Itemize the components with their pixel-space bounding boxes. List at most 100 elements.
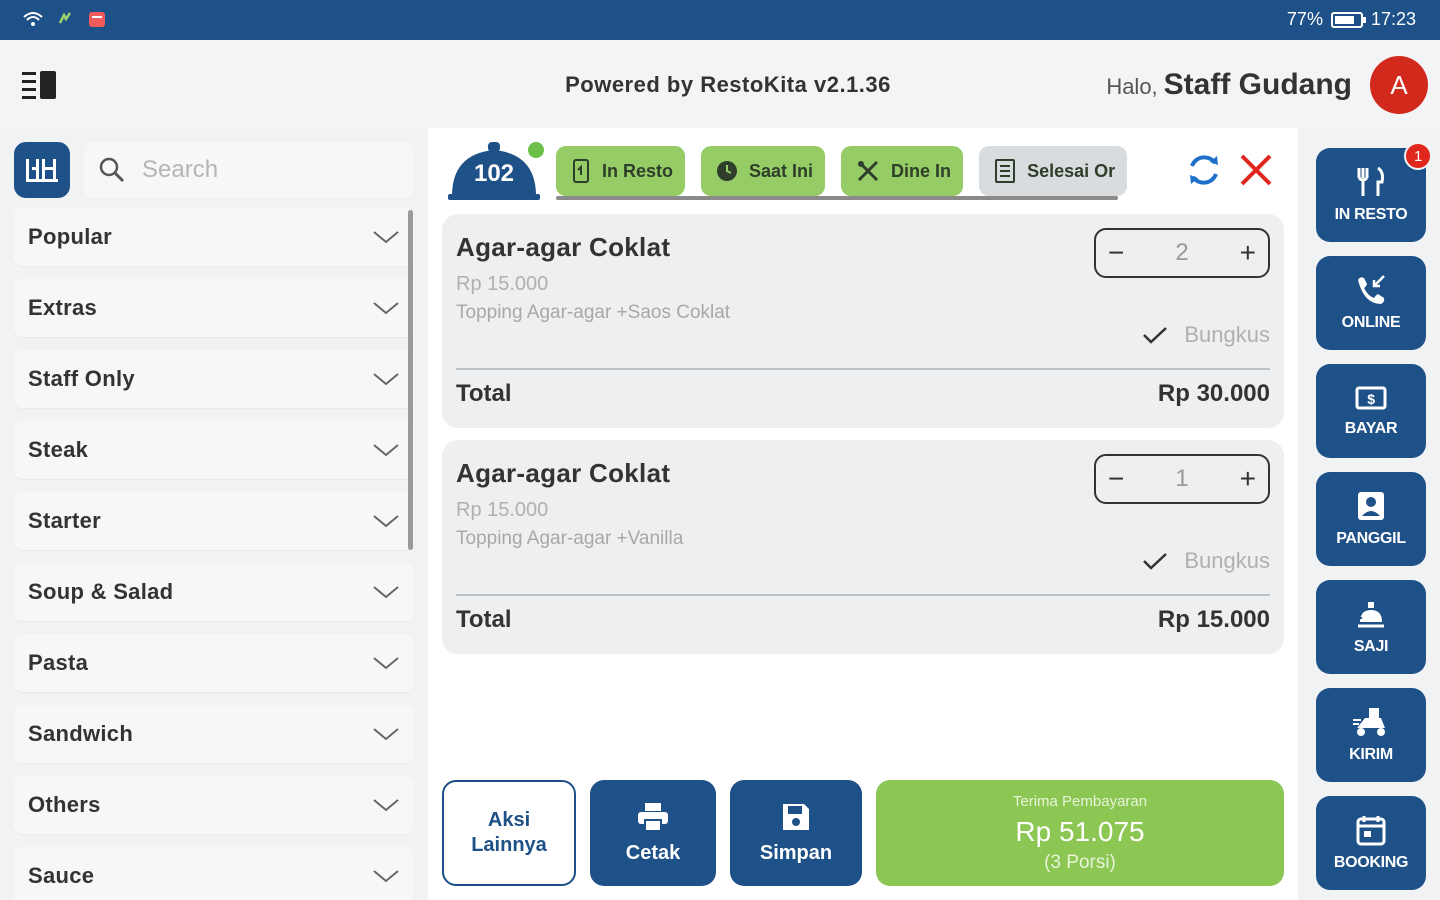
order-info-chips: In Resto Saat Ini Dine In Selesai Or <box>556 146 1172 200</box>
online-button[interactable]: ONLINE <box>1316 256 1426 350</box>
print-label: Cetak <box>625 841 681 864</box>
order-item-card[interactable]: Agar-agar Coklat Rp 15.000 Topping Agar-… <box>442 214 1284 428</box>
call-button[interactable]: PANGGIL <box>1316 472 1426 566</box>
system-status-bar: 77% 17:23 <box>0 0 1440 40</box>
in-resto-label: IN RESTO <box>1334 206 1408 223</box>
delivery-button[interactable]: KIRIM <box>1316 688 1426 782</box>
chip-dine-in[interactable]: Dine In <box>841 146 964 196</box>
category-label: Others <box>28 792 101 817</box>
table-number[interactable]: 102 <box>446 160 542 188</box>
chip-time[interactable]: Saat Ini <box>701 146 826 196</box>
takeaway-toggle[interactable]: Bungkus <box>1142 548 1270 574</box>
chevron-down-icon <box>373 444 399 457</box>
more-actions-label-2: Lainnya <box>471 834 547 856</box>
category-item[interactable]: Sauce <box>14 847 414 900</box>
incoming-call-icon <box>1358 275 1385 304</box>
decrease-button[interactable]: − <box>1108 465 1124 493</box>
clock-icon <box>717 161 738 181</box>
category-label: Popular <box>28 224 112 249</box>
chip-order-type[interactable]: In Resto <box>556 146 686 196</box>
phone-icon <box>573 159 589 183</box>
category-item[interactable]: Steak <box>14 421 414 479</box>
search-box[interactable] <box>84 142 414 198</box>
search-icon <box>99 157 125 183</box>
receipt-icon <box>995 159 1016 183</box>
total-value: Rp 30.000 <box>1157 380 1270 407</box>
divider <box>456 594 1270 596</box>
booking-label: BOOKING <box>1333 854 1409 871</box>
category-label: Soup & Salad <box>28 579 174 604</box>
online-label: ONLINE <box>1341 314 1401 331</box>
app-notification-icon <box>89 12 105 27</box>
clock: 17:23 <box>1370 9 1416 29</box>
chevron-down-icon <box>373 870 399 883</box>
increase-button[interactable]: + <box>1240 465 1256 493</box>
chevron-down-icon <box>373 586 399 599</box>
category-view-button[interactable] <box>14 142 70 198</box>
chip-label: In Resto <box>602 160 674 181</box>
close-icon[interactable] <box>1238 152 1274 188</box>
greeting-text: Halo, <box>1106 74 1158 99</box>
order-item-card[interactable]: Agar-agar Coklat Rp 15.000 Topping Agar-… <box>442 440 1284 654</box>
category-label: Sandwich <box>28 721 134 746</box>
quantity-stepper: − 1 + <box>1094 454 1270 504</box>
category-label: Sauce <box>28 863 95 888</box>
category-item[interactable]: Soup & Salad <box>14 563 414 621</box>
chips-scrollbar[interactable] <box>556 196 1118 200</box>
in-resto-button[interactable]: IN RESTO 1 <box>1316 142 1432 242</box>
cutlery-icon <box>857 160 879 182</box>
category-scrollbar[interactable] <box>408 210 413 550</box>
menu-category-panel: Popular Extras Staff Only Steak Starter … <box>0 128 428 900</box>
chip-label: Saat Ini <box>749 160 814 181</box>
chip-complete-order[interactable]: Selesai Or <box>979 146 1128 196</box>
category-item[interactable]: Others <box>14 776 414 834</box>
item-topping: Topping Agar-agar +Vanilla <box>456 528 684 549</box>
category-list: Popular Extras Staff Only Steak Starter … <box>14 208 414 900</box>
total-value: Rp 15.000 <box>1157 606 1270 633</box>
category-label: Extras <box>28 295 98 320</box>
app-header: Powered by RestoKita v2.1.36 Halo, Staff… <box>0 40 1440 128</box>
save-label: Simpan <box>759 841 833 864</box>
serve-button[interactable]: SAJI <box>1316 580 1426 674</box>
svg-text:$: $ <box>1367 391 1375 407</box>
status-dot <box>528 142 544 158</box>
decrease-button[interactable]: − <box>1108 239 1124 267</box>
item-topping: Topping Agar-agar +Saos Coklat <box>456 302 731 323</box>
cash-icon: $ <box>1355 386 1387 410</box>
battery-icon <box>1330 11 1366 28</box>
category-item[interactable]: Starter <box>14 492 414 550</box>
category-item[interactable]: Staff Only <box>14 350 414 408</box>
total-label: Total <box>456 606 512 633</box>
category-item[interactable]: Sandwich <box>14 705 414 763</box>
refresh-icon[interactable] <box>1184 150 1224 190</box>
category-item[interactable]: Extras <box>14 279 414 337</box>
restaurant-icon <box>1357 166 1384 196</box>
chevron-down-icon <box>373 515 399 528</box>
call-label: PANGGIL <box>1336 530 1406 547</box>
takeaway-label: Bungkus <box>1184 322 1270 347</box>
search-input[interactable] <box>142 156 392 184</box>
category-item[interactable]: Popular <box>14 208 414 266</box>
user-greeting: Halo, Staff Gudang <box>1106 68 1352 102</box>
more-actions-button[interactable]: Aksi Lainnya <box>442 780 576 886</box>
quantity-value: 2 <box>1175 239 1189 266</box>
battery-percent: 77% <box>1286 9 1323 29</box>
avatar[interactable]: A <box>1370 56 1428 114</box>
receive-payment-button[interactable]: Terima Pembayaran Rp 51.075 (3 Porsi) <box>876 780 1284 886</box>
divider <box>456 368 1270 370</box>
chip-label: Selesai Or <box>1027 160 1116 181</box>
pay-button[interactable]: $ BAYAR <box>1316 364 1426 458</box>
calendar-icon <box>1356 816 1386 846</box>
increase-button[interactable]: + <box>1240 239 1256 267</box>
chip-label: Dine In <box>891 160 952 181</box>
more-actions-label-1: Aksi <box>487 809 531 831</box>
pay-label: BAYAR <box>1344 420 1398 437</box>
wifi-icon <box>23 12 43 26</box>
save-button[interactable]: Simpan <box>730 780 862 886</box>
takeaway-toggle[interactable]: Bungkus <box>1142 322 1270 348</box>
category-item[interactable]: Pasta <box>14 634 414 692</box>
booking-button[interactable]: BOOKING <box>1316 796 1426 890</box>
print-button[interactable]: Cetak <box>590 780 716 886</box>
category-label: Steak <box>28 437 89 462</box>
delivery-icon <box>1353 708 1385 736</box>
